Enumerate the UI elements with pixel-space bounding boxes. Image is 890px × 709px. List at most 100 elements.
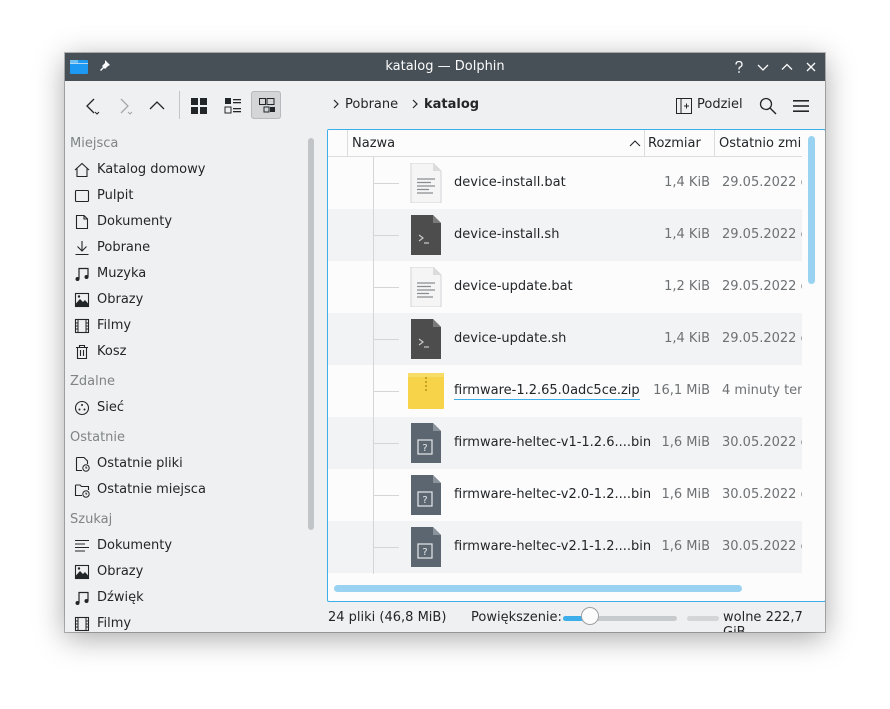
binary-file-icon: ? — [408, 423, 444, 463]
sidebar-item-home[interactable]: Katalog domowy — [70, 158, 302, 182]
horizontal-scrollbar[interactable] — [334, 585, 742, 592]
file-list: device-install.bat 1,4 KiB 29.05.2022 o dev… — [328, 157, 802, 574]
free-space: wolne 222,7 GiB — [723, 610, 803, 632]
file-modified: 30.05.2022 o — [722, 435, 802, 450]
shell-script-icon — [408, 215, 444, 255]
forward-button[interactable] — [109, 91, 139, 119]
hamburger-menu-button[interactable] — [787, 91, 815, 119]
header-divider — [644, 130, 645, 156]
up-button[interactable] — [141, 91, 171, 119]
column-modified[interactable]: Ostatnio zmie — [719, 136, 802, 151]
maximize-button[interactable] — [778, 58, 796, 76]
sidebar-item-downloads[interactable]: Pobrane — [70, 236, 302, 260]
file-size: 1,6 MiB — [661, 539, 710, 554]
tree-branch — [373, 287, 399, 288]
file-row[interactable]: device-update.sh 1,4 KiB 29.05.2022 o — [328, 313, 802, 365]
compact-view-button[interactable] — [217, 91, 247, 119]
sidebar-item-music[interactable]: Muzyka — [70, 262, 302, 286]
tree-branch — [373, 339, 399, 340]
sidebar-item-search-documents[interactable]: Dokumenty — [70, 534, 302, 558]
sidebar-item-recent-places[interactable]: Ostatnie miejsca — [70, 478, 302, 502]
toolbar: Pobrane katalog Podziel — [65, 81, 825, 129]
zoom-slider-handle[interactable] — [581, 607, 600, 625]
file-count: 24 pliki (46,8 MiB) — [328, 610, 447, 625]
file-row[interactable]: ? firmware-heltec-v2.1-1.2....bin 1,6 MiB 3… — [328, 521, 802, 573]
file-row[interactable]: device-install.bat 1,4 KiB 29.05.2022 o — [328, 157, 802, 209]
sidebar-item-trash[interactable]: Kosz — [70, 340, 302, 364]
svg-text:?: ? — [422, 547, 427, 558]
minimize-button[interactable] — [754, 58, 772, 76]
file-modified: 30.05.2022 o — [722, 539, 802, 554]
vertical-scrollbar[interactable] — [808, 136, 815, 284]
sidebar-item-recent-files[interactable]: Ostatnie pliki — [70, 452, 302, 476]
column-size[interactable]: Rozmiar — [648, 136, 701, 151]
sidebar-item-label: Muzyka — [97, 266, 147, 281]
details-view-button[interactable] — [251, 91, 281, 119]
split-view-button[interactable]: Podziel — [673, 91, 745, 119]
help-button[interactable] — [730, 58, 748, 76]
window-title: katalog — Dolphin — [385, 59, 505, 74]
text-doc-icon — [75, 539, 89, 552]
section-miejsca: Miejsca — [70, 136, 119, 151]
file-row[interactable]: firmware-1.2.65.0adc5ce.zip 16,1 MiB 4 min… — [328, 365, 802, 417]
icons-view-button[interactable] — [183, 91, 213, 119]
file-size: 1,4 KiB — [664, 175, 710, 190]
sidebar-scrollbar[interactable] — [308, 138, 314, 530]
sidebar-item-pictures[interactable]: Obrazy — [70, 288, 302, 312]
file-modified: 30.05.2022 o — [722, 487, 802, 502]
sidebar-item-network[interactable]: Sieć — [70, 396, 302, 420]
tree-branch — [373, 547, 399, 548]
breadcrumb-item-katalog[interactable]: katalog — [424, 97, 479, 112]
sidebar-item-label: Sieć — [97, 400, 125, 415]
search-button[interactable] — [754, 91, 782, 119]
horizontal-scrollbar-track — [334, 585, 802, 593]
home-icon — [74, 162, 90, 178]
sidebar-item-label: Obrazy — [97, 292, 144, 307]
file-size: 1,4 KiB — [664, 227, 710, 242]
file-modified: 29.05.2022 o — [722, 331, 802, 346]
file-row[interactable]: device-update.bat 1,2 KiB 29.05.2022 o — [328, 261, 802, 313]
sidebar-item-label: Ostatnie miejsca — [97, 482, 206, 497]
sidebar-item-label: Obrazy — [97, 564, 144, 579]
sidebar-item-label: Ostatnie pliki — [97, 456, 183, 471]
file-view[interactable]: Nazwa Rozmiar Ostatnio zmie device-insta… — [327, 129, 825, 602]
file-row[interactable]: ? — [328, 573, 802, 574]
music-icon — [75, 267, 89, 281]
sidebar-item-search-images[interactable]: Obrazy — [70, 560, 302, 584]
breadcrumb-item-pobrane[interactable]: Pobrane — [345, 97, 398, 112]
zoom-slider[interactable] — [563, 616, 677, 621]
binary-file-icon: ? — [408, 475, 444, 515]
title-bar[interactable]: katalog — Dolphin — [65, 53, 825, 81]
file-size: 16,1 MiB — [653, 383, 710, 398]
sidebar-item-label: Kosz — [97, 344, 127, 359]
tree-branch — [373, 235, 399, 236]
column-header: Nazwa Rozmiar Ostatnio zmie — [328, 130, 802, 157]
sidebar-item-label: Dokumenty — [97, 538, 173, 553]
file-row[interactable]: ? firmware-heltec-v2.0-1.2....bin 1,6 MiB 3… — [328, 469, 802, 521]
hamburger-menu-icon — [793, 100, 809, 112]
back-button[interactable] — [76, 91, 106, 119]
sidebar-item-videos[interactable]: Filmy — [70, 314, 302, 338]
header-divider — [714, 130, 715, 156]
file-row[interactable]: device-install.sh 1,4 KiB 29.05.2022 o — [328, 209, 802, 261]
header-divider — [347, 130, 348, 156]
shell-script-icon — [408, 319, 444, 359]
split-view-label: Podziel — [697, 97, 743, 112]
file-row[interactable]: ? firmware-heltec-v1-1.2.6....bin 1,6 MiB 3… — [328, 417, 802, 469]
sidebar-item-label: Filmy — [97, 318, 132, 333]
sidebar-item-desktop[interactable]: Pulpit — [70, 184, 302, 208]
file-modified: 29.05.2022 o — [722, 279, 802, 294]
column-name[interactable]: Nazwa — [352, 136, 395, 151]
file-name: device-update.sh — [454, 331, 567, 346]
sidebar-item-documents[interactable]: Dokumenty — [70, 210, 302, 234]
close-button[interactable] — [802, 58, 820, 76]
section-ostatnie: Ostatnie — [70, 430, 126, 445]
file-name: firmware-1.2.65.0adc5ce.zip — [454, 383, 640, 400]
dolphin-window: katalog — Dolphin Pobrane katalog Podzie… — [65, 53, 825, 632]
image-icon — [74, 292, 90, 308]
tree-branch — [373, 443, 399, 444]
film-icon — [74, 318, 90, 334]
file-size: 1,4 KiB — [664, 331, 710, 346]
svg-text:?: ? — [422, 495, 427, 506]
network-icon — [74, 400, 90, 416]
